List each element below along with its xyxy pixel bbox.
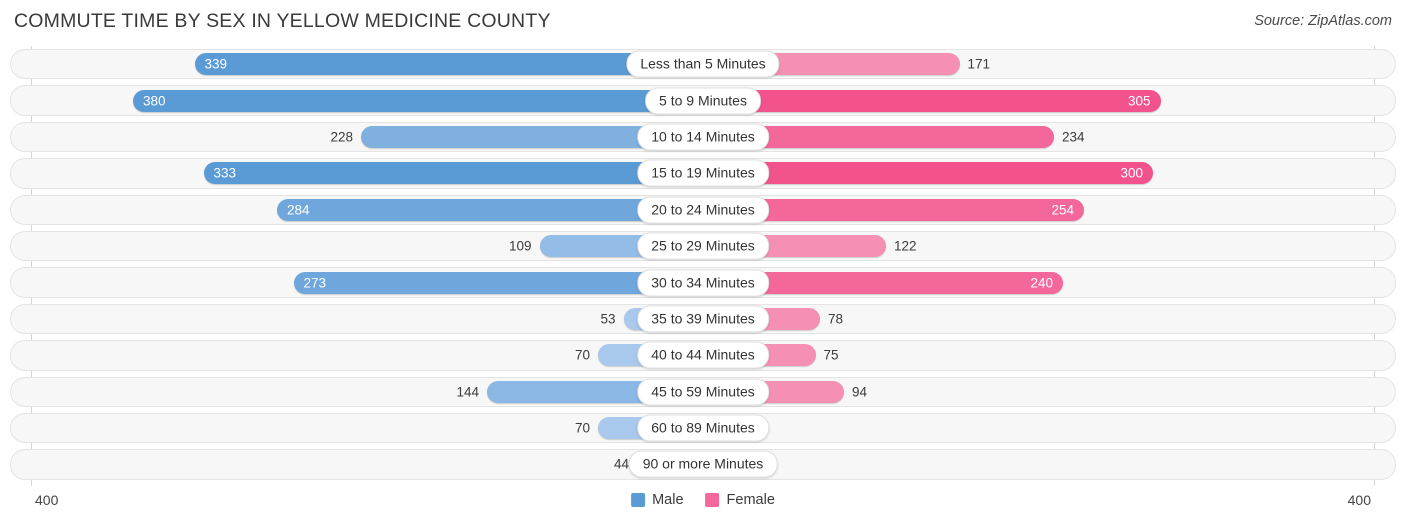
table-row: 228 234 10 to 14 Minutes [0, 119, 1406, 155]
category-label: 60 to 89 Minutes [637, 414, 769, 442]
table-row: 380 305 5 to 9 Minutes [0, 82, 1406, 118]
page-title: COMMUTE TIME BY SEX IN YELLOW MEDICINE C… [14, 10, 551, 32]
bar-value-male: 380 [143, 92, 166, 108]
axis-max-left: 400 [35, 492, 59, 508]
bar-value-female: 300 [1120, 165, 1143, 181]
bar-male[interactable]: 333 [203, 162, 703, 185]
chart-header: COMMUTE TIME BY SEX IN YELLOW MEDICINE C… [0, 0, 1406, 44]
category-label: 15 to 19 Minutes [637, 159, 769, 187]
bar-value-male: 333 [213, 165, 237, 181]
bar-value-male: 144 [456, 383, 479, 399]
legend-swatch-icon [705, 493, 720, 507]
bar-value-male: 44 [613, 456, 629, 472]
legend-label: Male [652, 492, 684, 508]
bar-rows: 339 171 Less than 5 Minutes 380 305 5 to 9 Mi… [0, 46, 1406, 483]
bar-male[interactable]: 380 [133, 89, 703, 112]
bar-value-female: 171 [967, 56, 991, 72]
category-label: 45 to 59 Minutes [637, 378, 769, 406]
category-label: 35 to 39 Minutes [637, 305, 769, 333]
bar-value-male: 284 [287, 202, 310, 217]
bar-value-male: 53 [600, 311, 616, 327]
table-row: 109 122 25 to 29 Minutes [0, 228, 1406, 264]
axis-max-right: 400 [1347, 492, 1371, 508]
commute-time-chart: COMMUTE TIME BY SEX IN YELLOW MEDICINE C… [0, 0, 1406, 523]
legend-label: Female [726, 492, 775, 508]
bar-value-male: 228 [330, 129, 353, 145]
source-attribution: Source: ZipAtlas.com [1254, 13, 1392, 29]
category-label: 20 to 24 Minutes [637, 196, 769, 224]
bar-value-male: 339 [204, 56, 228, 72]
legend-item-female[interactable]: Female [705, 492, 775, 508]
table-row: 284 254 20 to 24 Minutes [0, 192, 1406, 228]
table-row: 70 75 40 to 44 Minutes [0, 337, 1406, 373]
bar-value-female: 94 [852, 383, 868, 399]
plot-area: 339 171 Less than 5 Minutes 380 305 5 to 9 Mi… [0, 46, 1406, 486]
bar-value-female: 75 [823, 347, 839, 363]
bar-value-male: 70 [574, 347, 590, 363]
table-row: 701060 to 89 Minutes [0, 410, 1406, 446]
table-row: 273 240 30 to 34 Minutes [0, 264, 1406, 300]
bar-female[interactable]: 300 [703, 162, 1153, 185]
category-label: 10 to 14 Minutes [637, 123, 769, 151]
chart-footer: 400 Male Female 400 [0, 486, 1406, 523]
bar-value-female: 254 [1051, 202, 1074, 217]
category-label: Less than 5 Minutes [626, 50, 780, 78]
bar-value-male: 273 [303, 274, 327, 290]
table-row: 442790 or more Minutes [0, 446, 1406, 482]
category-label: 30 to 34 Minutes [637, 269, 769, 297]
bar-value-female: 305 [1127, 92, 1151, 108]
bar-value-male: 70 [574, 420, 590, 436]
table-row: 333 300 15 to 19 Minutes [0, 155, 1406, 191]
table-row: 339 171 Less than 5 Minutes [0, 46, 1406, 82]
bar-value-female: 234 [1062, 129, 1085, 145]
bar-value-female: 240 [1030, 274, 1053, 290]
category-label: 5 to 9 Minutes [645, 87, 761, 115]
bar-female[interactable]: 305 [703, 89, 1161, 112]
legend-swatch-icon [631, 493, 646, 507]
category-label: 90 or more Minutes [628, 450, 778, 478]
legend: Male Female [631, 492, 775, 508]
bar-value-female: 78 [828, 311, 844, 327]
table-row: 53 78 35 to 39 Minutes [0, 301, 1406, 337]
table-row: 144 94 45 to 59 Minutes [0, 374, 1406, 410]
bar-value-male: 109 [508, 238, 532, 254]
bar-value-female: 122 [894, 238, 917, 254]
category-label: 25 to 29 Minutes [637, 232, 769, 260]
legend-item-male[interactable]: Male [631, 492, 684, 508]
category-label: 40 to 44 Minutes [637, 341, 769, 369]
